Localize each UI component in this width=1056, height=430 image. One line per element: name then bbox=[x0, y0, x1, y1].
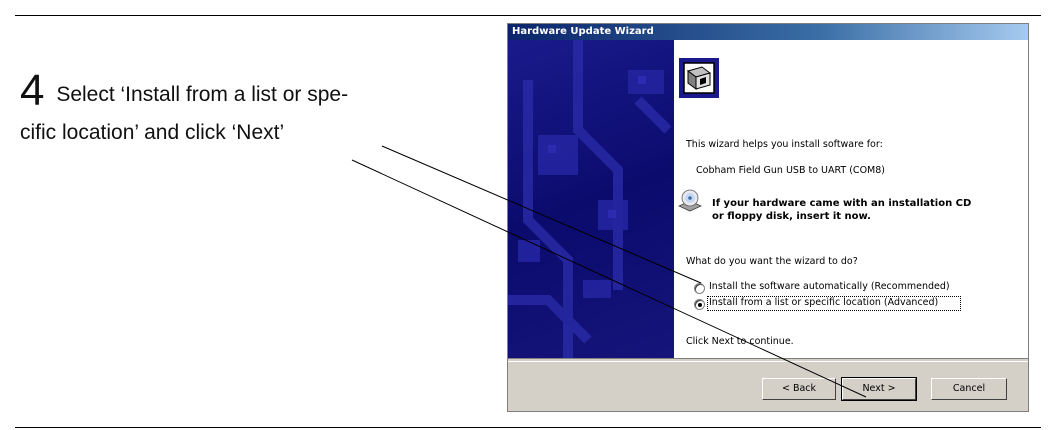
device-name: Cobham Field Gun USB to UART (COM8) bbox=[696, 165, 885, 176]
wizard-side-panel bbox=[508, 40, 674, 358]
intro-text: This wizard helps you install software f… bbox=[686, 139, 883, 150]
cd-icon bbox=[678, 189, 702, 212]
option-install-automatically[interactable]: Install the software automatically (Reco… bbox=[709, 281, 950, 292]
cancel-button[interactable]: Cancel bbox=[931, 378, 1007, 400]
instruction-line-2: cific location’ and click ‘Next’ bbox=[20, 121, 285, 144]
step-number: 4 bbox=[20, 66, 45, 115]
wizard-question: What do you want the wizard to do? bbox=[686, 256, 858, 267]
wizard-content: This wizard helps you install software f… bbox=[674, 40, 1028, 358]
instruction-text: 4 Select ‘Install from a list or spe- ci… bbox=[20, 65, 490, 152]
hardware-icon bbox=[677, 56, 721, 100]
window-title: Hardware Update Wizard bbox=[508, 24, 1028, 40]
radio-install-from-list[interactable] bbox=[694, 299, 705, 310]
top-rule bbox=[15, 15, 1041, 16]
back-button[interactable]: < Back bbox=[762, 378, 836, 400]
circuit-board-graphic bbox=[508, 40, 672, 358]
instruction-line-1: Select ‘Install from a list or spe- bbox=[50, 83, 349, 106]
hardware-update-wizard-window: Hardware Update Wizard This wizard helps… bbox=[507, 23, 1029, 412]
radio-install-automatically[interactable] bbox=[694, 283, 705, 294]
bottom-rule bbox=[15, 427, 1041, 428]
option-install-from-list[interactable]: Install from a list or specific location… bbox=[709, 297, 938, 308]
button-separator bbox=[508, 358, 1028, 362]
cd-notice-line-2: or floppy disk, insert it now. bbox=[712, 211, 871, 222]
cd-notice-line-1: If your hardware came with an installati… bbox=[712, 198, 972, 209]
footer-hint: Click Next to continue. bbox=[686, 336, 794, 347]
next-button[interactable]: Next > bbox=[841, 377, 917, 401]
